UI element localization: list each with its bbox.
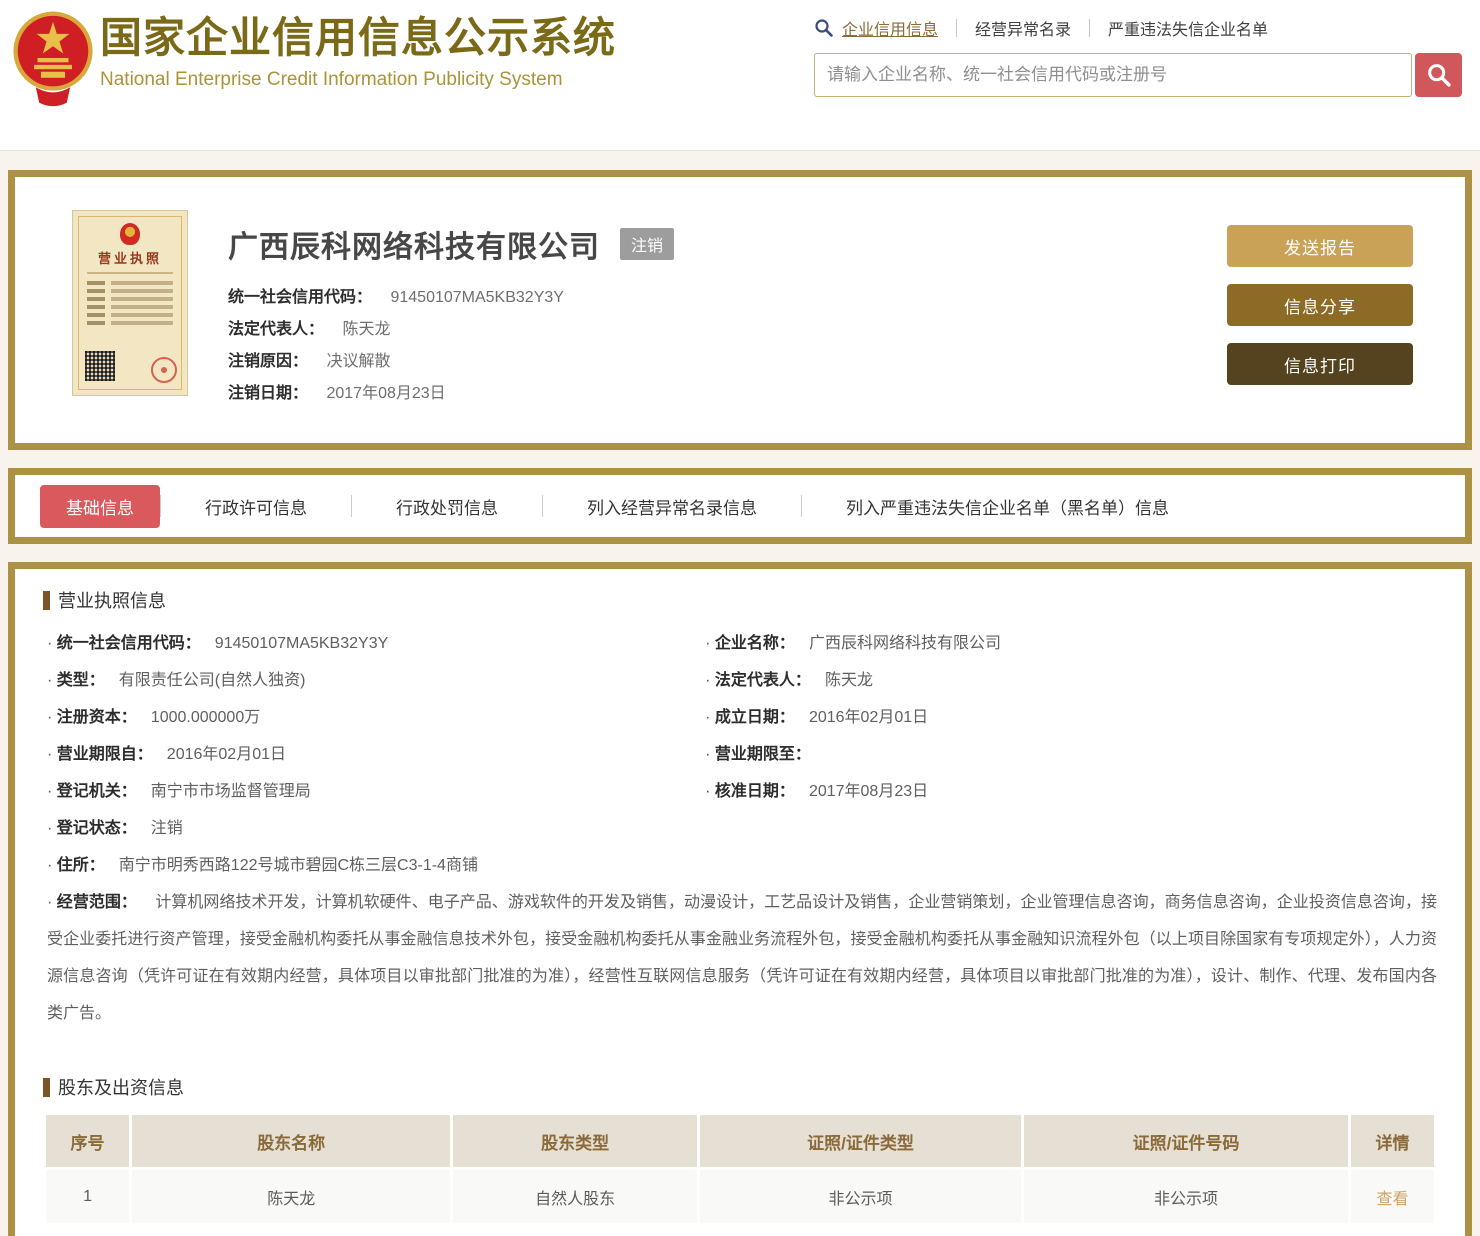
table-cell-cert-type: 非公示项 bbox=[700, 1170, 1021, 1223]
business-license-thumbnail[interactable]: 营业执照 bbox=[72, 210, 188, 396]
hero-field-legal-representative: 法定代表人： 陈天龙 bbox=[228, 314, 1227, 346]
license-field-row: 统一社会信用代码： 91450107MA5KB32Y3Y 企业名称： 广西辰科网络科… bbox=[43, 625, 1437, 662]
license-field-row: 登记状态： 注销 bbox=[43, 810, 1437, 847]
search-button[interactable] bbox=[1415, 53, 1462, 97]
search-input[interactable] bbox=[814, 53, 1412, 97]
tab-bar-card: 基础信息 行政许可信息 行政处罚信息 列入经营异常名录信息 列入严重违法失信企业… bbox=[8, 468, 1472, 544]
nav-link-enterprise-credit-info[interactable]: 企业信用信息 bbox=[842, 16, 938, 40]
section-title-shareholders: 股东及出资信息 bbox=[43, 1074, 1437, 1100]
field-label: 营业期限自： bbox=[47, 746, 153, 763]
table-cell-cert-number: 非公示项 bbox=[1024, 1170, 1348, 1223]
field-value: 2016年02月01日 bbox=[809, 709, 928, 726]
field-value: 陈天龙 bbox=[825, 672, 873, 689]
site-header: 国家企业信用信息公示系统 National Enterprise Credit … bbox=[0, 0, 1480, 151]
company-status-badge: 注销 bbox=[620, 228, 674, 260]
site-subtitle: National Enterprise Credit Information P… bbox=[100, 69, 616, 91]
table-cell-shareholder-name: 陈天龙 bbox=[132, 1170, 450, 1223]
tab-administrative-license[interactable]: 行政许可信息 bbox=[161, 494, 351, 519]
table-header-cert-number: 证照/证件号码 bbox=[1024, 1115, 1348, 1167]
field-value: 广西辰科网络科技有限公司 bbox=[809, 635, 1001, 652]
table-header-detail: 详情 bbox=[1351, 1115, 1434, 1167]
field-label: 经营范围： bbox=[47, 894, 137, 911]
license-field-row: 住所： 南宁市明秀西路122号城市碧园C栋三层C3-1-4商铺 bbox=[43, 847, 1437, 884]
shareholder-section: 股东及出资信息 序号 股东名称 股东类型 证照/证件类型 证照/证件号码 详情 bbox=[43, 1074, 1437, 1226]
field-label: 统一社会信用代码： bbox=[47, 635, 201, 652]
hero-field-credit-code: 统一社会信用代码： 91450107MA5KB32Y3Y bbox=[228, 282, 1227, 314]
section-title-bar bbox=[43, 591, 50, 610]
shareholder-table: 序号 股东名称 股东类型 证照/证件类型 证照/证件号码 详情 1 陈天龙 自然… bbox=[43, 1112, 1437, 1226]
site-title: 国家企业信用信息公示系统 bbox=[100, 14, 616, 62]
basic-info-content-card: 营业执照信息 统一社会信用代码： 91450107MA5KB32Y3Y 企业名称：… bbox=[8, 562, 1472, 1236]
field-value: 2017年08月23日 bbox=[809, 783, 928, 800]
table-header-row: 序号 股东名称 股东类型 证照/证件类型 证照/证件号码 详情 bbox=[46, 1115, 1434, 1167]
view-detail-link[interactable]: 查看 bbox=[1376, 1191, 1408, 1208]
section-title-bar bbox=[43, 1078, 50, 1097]
table-header-cert-type: 证照/证件类型 bbox=[700, 1115, 1021, 1167]
license-red-seal-icon bbox=[151, 357, 177, 383]
table-header-shareholder-type: 股东类型 bbox=[453, 1115, 697, 1167]
field-label: 核准日期： bbox=[705, 783, 795, 800]
field-label: 成立日期： bbox=[705, 709, 795, 726]
hero-field-deregistration-date: 注销日期： 2017年08月23日 bbox=[228, 378, 1227, 410]
field-value: 南宁市市场监督管理局 bbox=[151, 783, 311, 800]
license-field-row: 营业期限自： 2016年02月01日 营业期限至： bbox=[43, 736, 1437, 773]
field-value: 南宁市明秀西路122号城市碧园C栋三层C3-1-4商铺 bbox=[119, 857, 478, 874]
field-label: 营业期限至： bbox=[705, 746, 811, 763]
nav-link-abnormal-directory[interactable]: 经营异常名录 bbox=[975, 16, 1071, 40]
field-label: 住所： bbox=[47, 857, 105, 874]
company-name: 广西辰科网络科技有限公司 bbox=[228, 222, 600, 266]
table-cell-index: 1 bbox=[46, 1170, 129, 1223]
field-value: 1000.000000万 bbox=[151, 709, 260, 726]
table-cell-shareholder-type: 自然人股东 bbox=[453, 1170, 697, 1223]
business-scope-text: 计算机网络技术开发，计算机软硬件、电子产品、游戏软件的开发及销售，动漫设计，工艺… bbox=[47, 894, 1437, 1022]
tab-abnormal-operation-list[interactable]: 列入经营异常名录信息 bbox=[543, 494, 801, 519]
table-row: 1 陈天龙 自然人股东 非公示项 非公示项 查看 bbox=[46, 1170, 1434, 1223]
nav-divider bbox=[956, 19, 957, 37]
field-value: 91450107MA5KB32Y3Y bbox=[215, 635, 388, 652]
field-label: 登记机关： bbox=[47, 783, 137, 800]
page-background: 营业执照 广西辰科网络科技有限公司 注销 统一社会信用代码： 91450107M… bbox=[0, 151, 1480, 1236]
field-label: 法定代表人： bbox=[705, 672, 811, 689]
info-share-button[interactable]: 信息分享 bbox=[1227, 284, 1413, 326]
field-label: 类型： bbox=[47, 672, 105, 689]
nav-divider bbox=[1089, 19, 1090, 37]
business-scope-row: 经营范围： 计算机网络技术开发，计算机软硬件、电子产品、游戏软件的开发及销售，动… bbox=[43, 884, 1437, 1032]
field-value: 有限责任公司(自然人独资) bbox=[119, 672, 306, 689]
search-button-magnifier-icon bbox=[1425, 61, 1453, 89]
field-value: 2016年02月01日 bbox=[167, 746, 286, 763]
header-nav: 企业信用信息 经营异常名录 严重违法失信企业名单 bbox=[814, 16, 1462, 40]
national-emblem-logo-icon bbox=[10, 8, 96, 108]
field-label: 注册资本： bbox=[47, 709, 137, 726]
license-field-row: 登记机关： 南宁市市场监督管理局 核准日期： 2017年08月23日 bbox=[43, 773, 1437, 810]
license-field-row: 注册资本： 1000.000000万 成立日期： 2016年02月01日 bbox=[43, 699, 1437, 736]
field-value: 注销 bbox=[151, 820, 183, 837]
send-report-button[interactable]: 发送报告 bbox=[1227, 225, 1413, 267]
tab-administrative-penalty[interactable]: 行政处罚信息 bbox=[352, 494, 542, 519]
field-label: 登记状态： bbox=[47, 820, 137, 837]
search-icon bbox=[814, 18, 834, 38]
company-summary-card: 营业执照 广西辰科网络科技有限公司 注销 统一社会信用代码： 91450107M… bbox=[8, 170, 1472, 450]
hero-field-deregistration-reason: 注销原因： 决议解散 bbox=[228, 346, 1227, 378]
nav-link-illegal-dishonest-list[interactable]: 严重违法失信企业名单 bbox=[1108, 16, 1268, 40]
tab-blacklist-info[interactable]: 列入严重违法失信企业名单（黑名单）信息 bbox=[802, 494, 1213, 519]
table-header-index: 序号 bbox=[46, 1115, 129, 1167]
field-label: 企业名称： bbox=[705, 635, 795, 652]
tab-basic-info[interactable]: 基础信息 bbox=[40, 485, 160, 528]
section-title-business-license-info: 营业执照信息 bbox=[43, 587, 1437, 613]
license-field-row: 类型： 有限责任公司(自然人独资) 法定代表人： 陈天龙 bbox=[43, 662, 1437, 699]
table-header-shareholder-name: 股东名称 bbox=[132, 1115, 450, 1167]
license-qr-code bbox=[85, 351, 115, 381]
info-print-button[interactable]: 信息打印 bbox=[1227, 343, 1413, 385]
